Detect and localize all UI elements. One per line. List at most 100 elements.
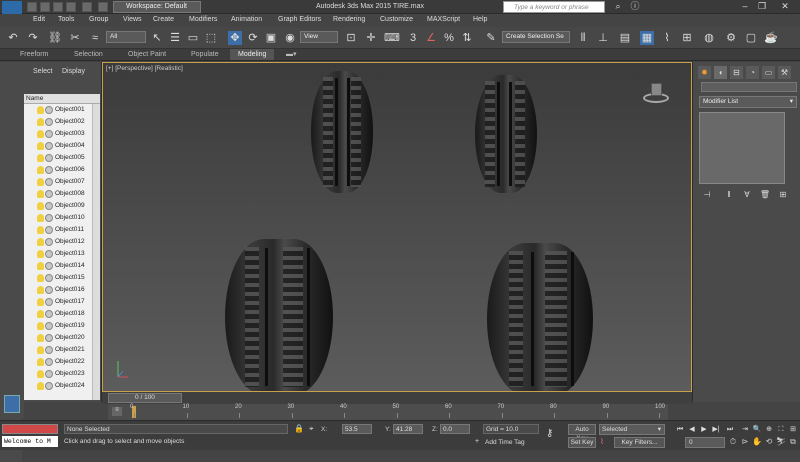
open-file-icon[interactable] [40, 2, 50, 12]
edit-named-selection-icon[interactable]: ✎ [484, 31, 498, 45]
undo-icon[interactable]: ↶ [6, 31, 20, 45]
light-bulb-icon[interactable] [37, 118, 44, 126]
rotate-icon[interactable]: ⟳ [246, 31, 260, 45]
list-item[interactable]: Object013 [24, 248, 92, 260]
move-icon[interactable]: ✥ [228, 31, 242, 45]
light-bulb-icon[interactable] [37, 190, 44, 198]
menu-maxscript[interactable]: MAXScript [427, 15, 460, 25]
material-editor-icon[interactable]: ◍ [702, 31, 716, 45]
previous-frame-icon[interactable]: ◀ [687, 425, 697, 435]
time-slider[interactable]: 0 / 100 [108, 393, 182, 403]
light-bulb-icon[interactable] [37, 286, 44, 294]
light-bulb-icon[interactable] [37, 358, 44, 366]
zoom-all-icon[interactable]: ⊕ [764, 425, 774, 435]
light-bulb-icon[interactable] [37, 130, 44, 138]
select-manipulate-icon[interactable]: ✛ [364, 31, 378, 45]
tab-selection[interactable]: Selection [74, 50, 103, 60]
menu-rendering[interactable]: Rendering [333, 15, 365, 25]
open-mini-curve-editor-icon[interactable]: ≡ [112, 407, 122, 416]
window-crossing-icon[interactable]: ⬚ [204, 31, 218, 45]
scale-icon[interactable]: ▣ [264, 31, 278, 45]
light-bulb-icon[interactable] [37, 214, 44, 222]
workspace-dropdown[interactable]: Workspace: Default [113, 1, 201, 13]
tire-model[interactable] [311, 71, 373, 193]
light-bulb-icon[interactable] [37, 322, 44, 330]
menu-group[interactable]: Group [89, 15, 108, 25]
select-object-icon[interactable]: ↖ [150, 31, 164, 45]
tire-model[interactable] [225, 239, 333, 391]
maxscript-welcome-text[interactable]: Welcome to M [2, 436, 58, 447]
tire-model[interactable] [475, 75, 537, 193]
spinner-snap-icon[interactable]: ⇅ [460, 31, 474, 45]
light-bulb-icon[interactable] [37, 178, 44, 186]
angle-snap-icon[interactable]: ∠ [424, 31, 438, 45]
viewcube-icon[interactable] [651, 83, 662, 96]
maxscript-listener-input[interactable] [2, 424, 58, 434]
light-bulb-icon[interactable] [37, 346, 44, 354]
list-item[interactable]: Object023 [24, 368, 92, 380]
tab-freeform[interactable]: Freeform [20, 50, 48, 60]
menu-modifiers[interactable]: Modifiers [189, 15, 217, 25]
modifier-list-dropdown[interactable]: Modifier List ▾ [699, 96, 797, 108]
pan-view-icon[interactable]: ✋ [752, 437, 762, 447]
graphite-toolbar-icon[interactable]: ▦ [640, 31, 654, 45]
absolute-mode-icon[interactable]: ⌖ [309, 424, 314, 434]
place-icon[interactable]: ◉ [283, 31, 297, 45]
list-item[interactable]: Object010 [24, 212, 92, 224]
key-selection-dropdown[interactable]: Selected ▾ [599, 424, 665, 435]
add-time-tag[interactable]: Add Time Tag [485, 439, 525, 446]
selection-filter-dropdown[interactable]: All [106, 31, 146, 43]
save-file-icon[interactable] [53, 2, 63, 12]
menu-customize[interactable]: Customize [380, 15, 413, 25]
list-item[interactable]: Object009 [24, 200, 92, 212]
key-icon[interactable]: ⚷ [546, 428, 553, 439]
modifier-stack[interactable] [699, 112, 785, 184]
light-bulb-icon[interactable] [37, 382, 44, 390]
auto-key-button[interactable]: Auto Key [568, 424, 596, 442]
orbit-icon[interactable]: ⟲ [764, 437, 774, 447]
object-name-field[interactable] [701, 82, 797, 92]
light-bulb-icon[interactable] [37, 262, 44, 270]
menu-create[interactable]: Create [153, 15, 174, 25]
show-end-result-icon[interactable]: ‖ [723, 190, 735, 200]
layer-manager-icon[interactable]: ▤ [618, 31, 632, 45]
list-item[interactable]: Object004 [24, 140, 92, 152]
curve-editor-icon[interactable]: ⌇ [660, 31, 674, 45]
light-bulb-icon[interactable] [37, 298, 44, 306]
light-bulb-icon[interactable] [37, 166, 44, 174]
list-item[interactable]: Object019 [24, 320, 92, 332]
search-input[interactable]: Type a keyword or phrase [503, 1, 605, 13]
light-bulb-icon[interactable] [37, 238, 44, 246]
select-by-name-icon[interactable]: ☰ [168, 31, 182, 45]
list-item[interactable]: Object003 [24, 128, 92, 140]
next-frame-icon[interactable]: ▶| [711, 425, 721, 435]
tire-model[interactable] [487, 243, 593, 391]
unlink-icon[interactable]: ✂ [68, 31, 82, 45]
named-selection-set-dropdown[interactable]: Create Selection Se [502, 31, 570, 43]
key-filters-button[interactable]: Key Filters... [614, 437, 665, 448]
menu-animation[interactable]: Animation [231, 15, 262, 25]
hierarchy-tab-icon[interactable]: ⊟ [730, 66, 743, 79]
light-bulb-icon[interactable] [37, 142, 44, 150]
list-item[interactable]: Object022 [24, 356, 92, 368]
motion-tab-icon[interactable]: ◔ [746, 66, 759, 79]
list-item[interactable]: Object021 [24, 344, 92, 356]
key-tangent-icon[interactable]: ⌇ [600, 437, 604, 446]
z-coordinate-field[interactable]: 0.0 [440, 424, 470, 434]
render-setup-icon[interactable]: ⚙ [724, 31, 738, 45]
set-key-button[interactable]: Set Key [568, 437, 596, 448]
time-configuration-icon[interactable]: ⏱ [728, 437, 738, 447]
project-folder-icon[interactable] [98, 2, 108, 12]
walk-through-icon[interactable]: ⛷ [776, 437, 786, 447]
maximize-viewport-icon[interactable]: ⧉ [788, 437, 798, 447]
tab-object-paint[interactable]: Object Paint [128, 50, 166, 60]
list-item[interactable]: Object020 [24, 332, 92, 344]
make-unique-icon[interactable]: ∀ [741, 190, 753, 200]
new-file-icon[interactable] [27, 2, 37, 12]
list-item[interactable]: Object018 [24, 308, 92, 320]
zoom-extents-icon[interactable]: ⛶ [776, 425, 786, 435]
list-item[interactable]: Object002 [24, 116, 92, 128]
light-bulb-icon[interactable] [37, 106, 44, 114]
ribbon-options-icon[interactable]: ▬▾ [286, 50, 297, 60]
perspective-viewport[interactable]: [+] [Perspective] [Realistic] [102, 62, 692, 392]
